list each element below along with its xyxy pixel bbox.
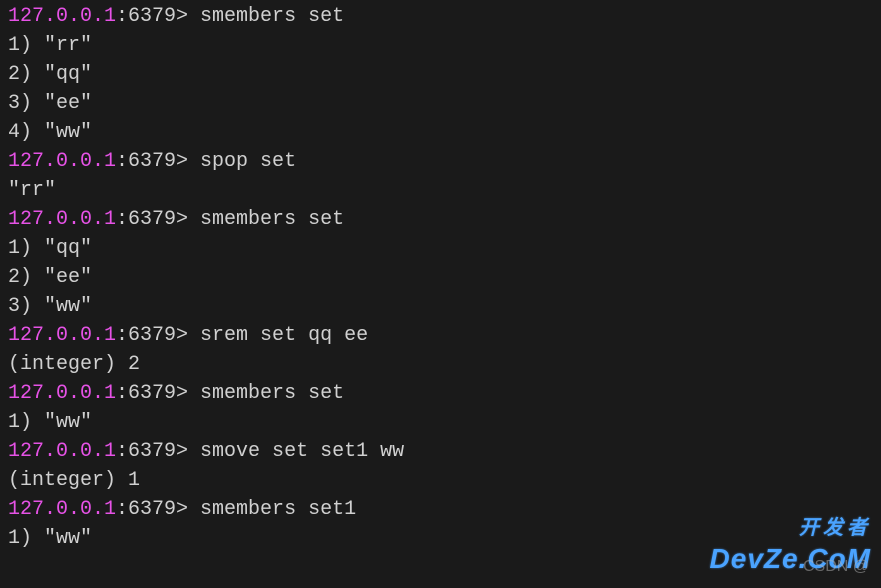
prompt-host: 127.0.0.1 bbox=[8, 5, 116, 28]
output-text: 1) "ww" bbox=[8, 411, 92, 434]
command-text: spop set bbox=[188, 150, 296, 173]
command-text: smembers set bbox=[188, 208, 344, 231]
output-text: 1) "ww" bbox=[8, 527, 92, 550]
output-text: 2) "ee" bbox=[8, 266, 92, 289]
command-text: smembers set1 bbox=[188, 498, 356, 521]
output-text: 3) "ee" bbox=[8, 92, 92, 115]
terminal-output[interactable]: 127.0.0.1:6379> smembers set1) "rr"2) "q… bbox=[8, 2, 873, 553]
prompt-host: 127.0.0.1 bbox=[8, 382, 116, 405]
command-line: 127.0.0.1:6379> srem set qq ee bbox=[8, 321, 873, 350]
prompt-port: :6379> bbox=[116, 440, 188, 463]
command-text: smove set set1 ww bbox=[188, 440, 404, 463]
output-text: 4) "ww" bbox=[8, 121, 92, 144]
prompt-host: 127.0.0.1 bbox=[8, 440, 116, 463]
command-line: 127.0.0.1:6379> smembers set bbox=[8, 2, 873, 31]
output-line: (integer) 1 bbox=[8, 466, 873, 495]
prompt-port: :6379> bbox=[116, 150, 188, 173]
command-line: 127.0.0.1:6379> smove set set1 ww bbox=[8, 437, 873, 466]
command-line: 127.0.0.1:6379> spop set bbox=[8, 147, 873, 176]
output-line: 3) "ee" bbox=[8, 89, 873, 118]
command-line: 127.0.0.1:6379> smembers set bbox=[8, 379, 873, 408]
output-line: 1) "rr" bbox=[8, 31, 873, 60]
prompt-host: 127.0.0.1 bbox=[8, 150, 116, 173]
output-line: 1) "ww" bbox=[8, 408, 873, 437]
prompt-host: 127.0.0.1 bbox=[8, 498, 116, 521]
prompt-host: 127.0.0.1 bbox=[8, 324, 116, 347]
output-text: (integer) 2 bbox=[8, 353, 140, 376]
output-text: 2) "qq" bbox=[8, 63, 92, 86]
prompt-host: 127.0.0.1 bbox=[8, 208, 116, 231]
output-line: (integer) 2 bbox=[8, 350, 873, 379]
command-line: 127.0.0.1:6379> smembers set bbox=[8, 205, 873, 234]
output-text: 1) "rr" bbox=[8, 34, 92, 57]
output-line: 2) "ee" bbox=[8, 263, 873, 292]
command-text: smembers set bbox=[188, 382, 344, 405]
output-line: 1) "qq" bbox=[8, 234, 873, 263]
prompt-port: :6379> bbox=[116, 5, 188, 28]
output-line: "rr" bbox=[8, 176, 873, 205]
output-line: 2) "qq" bbox=[8, 60, 873, 89]
prompt-port: :6379> bbox=[116, 498, 188, 521]
output-line: 3) "ww" bbox=[8, 292, 873, 321]
csdn-watermark: CSDN @ bbox=[803, 555, 869, 578]
output-text: 1) "qq" bbox=[8, 237, 92, 260]
output-text: 3) "ww" bbox=[8, 295, 92, 318]
prompt-port: :6379> bbox=[116, 208, 188, 231]
output-text: "rr" bbox=[8, 179, 56, 202]
logo-chinese: 开发者 bbox=[710, 514, 871, 543]
command-text: smembers set bbox=[188, 5, 344, 28]
output-line: 4) "ww" bbox=[8, 118, 873, 147]
prompt-port: :6379> bbox=[116, 382, 188, 405]
output-text: (integer) 1 bbox=[8, 469, 140, 492]
prompt-port: :6379> bbox=[116, 324, 188, 347]
command-text: srem set qq ee bbox=[188, 324, 368, 347]
